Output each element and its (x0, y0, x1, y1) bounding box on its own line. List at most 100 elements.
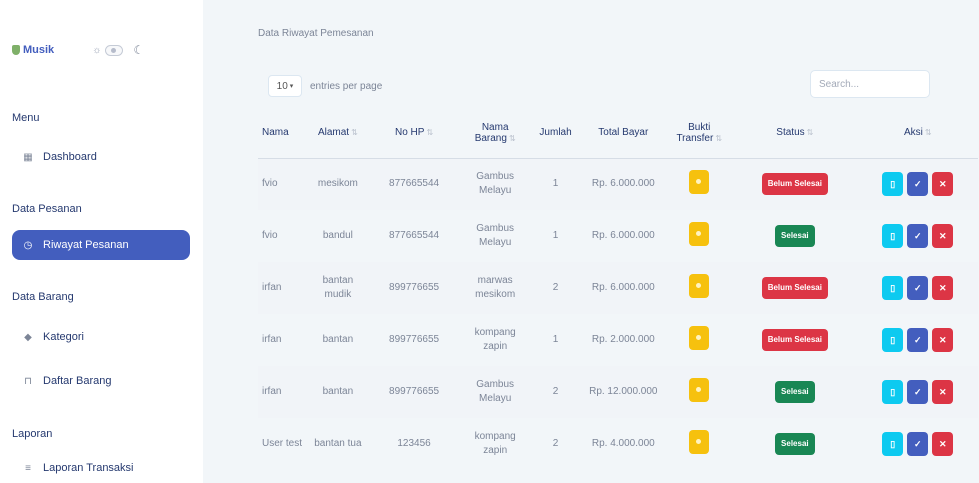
check-icon: ✓ (913, 179, 922, 190)
theme-toggle[interactable]: ☼ (92, 44, 124, 56)
cell-bukti-transfer (666, 314, 732, 366)
header-bukti-transfer[interactable]: Bukti Transfer ⇅ (666, 108, 733, 159)
view-button[interactable]: ▯ (882, 172, 904, 197)
sidebar-item-dashboard[interactable]: ▦ Dashboard (12, 142, 190, 172)
delete-button[interactable]: ✕ (932, 328, 954, 352)
bukti-transfer-image[interactable] (689, 429, 710, 454)
list-icon: ≡ (25, 462, 31, 474)
view-button[interactable]: ▯ (882, 276, 904, 300)
cell-no-hp: 123456 (397, 438, 431, 449)
header-aksi[interactable]: Aksi ⇅ (857, 108, 978, 159)
table-row: irfan bantan 899776655 Gambus Melayu 2 Rp. 12… (258, 366, 978, 418)
delete-button[interactable]: ✕ (932, 224, 954, 248)
cell-nama-barang: kompang zapin (474, 327, 516, 352)
cell-nama-barang: Gambus Melayu (459, 366, 531, 418)
cell-nama: User test (262, 438, 303, 449)
cell-alamat: bantan tua (314, 438, 362, 449)
status-badge: Selesai (775, 381, 815, 403)
per-page-value: 10 (276, 80, 288, 92)
check-icon: ✓ (913, 283, 922, 293)
confirm-button[interactable]: ✓ (907, 380, 929, 404)
header-nama-barang[interactable]: Nama Barang ⇅ (459, 108, 531, 159)
sidebar-item-laporan-transaksi[interactable]: ≡ Laporan Transaksi (12, 453, 190, 483)
bukti-transfer-image[interactable] (689, 169, 710, 194)
main-content: Data Riwayat Pemesanan 10 ▾ entries per … (240, 0, 979, 483)
cell-nama: irfan (262, 334, 282, 345)
cell-aksi: ▯ ✓ ✕ (857, 366, 978, 418)
header-nama[interactable]: Nama (258, 108, 308, 159)
cell-aksi: ▯ ✓ ✕ (858, 314, 979, 366)
cell-bukti-transfer (666, 262, 733, 314)
close-icon: ✕ (938, 283, 947, 293)
delete-button[interactable]: ✕ (932, 172, 954, 197)
view-button[interactable]: ▯ (882, 380, 904, 404)
header-alamat[interactable]: Alamat ⇅ (307, 108, 369, 159)
header-total-bayar[interactable]: Total Bayar (580, 108, 667, 159)
table-row: fvio mesikom 877665544 Gambus Melayu 1 Rp. 6.… (258, 158, 978, 210)
cell-aksi: ▯ ✓ ✕ (857, 262, 978, 314)
per-page-select[interactable]: 10 ▾ (268, 75, 302, 97)
entries-per-page: 10 ▾ entries per page (268, 75, 382, 97)
status-badge: Belum Selesai (761, 277, 828, 299)
delete-button[interactable]: ✕ (932, 276, 954, 300)
delete-button[interactable]: ✕ (932, 432, 954, 456)
action-buttons: ▯ ✓ ✕ (862, 224, 975, 248)
sidebar-item-riwayat-pesanan[interactable]: ◷ Riwayat Pesanan (12, 230, 190, 260)
cell-nama: fvio (258, 158, 308, 210)
header-no-hp[interactable]: No HP ⇅ (368, 108, 460, 159)
file-icon: ▯ (890, 283, 896, 293)
bukti-transfer-image[interactable] (689, 325, 710, 350)
view-button[interactable]: ▯ (882, 432, 904, 456)
status-badge: Belum Selesai (761, 173, 828, 196)
cell-nama: fvio (262, 230, 278, 241)
cell-total-bayar: Rp. 4.000.000 (591, 438, 655, 449)
cell-status: Selesai (732, 366, 858, 418)
table-row: User test bantan tua 123456 kompang zapin 2 R… (258, 418, 978, 470)
cell-jumlah: 2 (530, 366, 581, 418)
cell-status: Belum Selesai (732, 314, 857, 366)
page-title: Data Riwayat Pemesanan (258, 28, 374, 39)
sidebar-section-menu: Menu (12, 112, 40, 124)
moon-icon: ☾ (133, 43, 145, 57)
check-icon: ✓ (913, 231, 922, 241)
cell-no-hp: 899776655 (368, 262, 460, 314)
bukti-transfer-image[interactable] (689, 273, 710, 298)
logo-text: Musik (23, 44, 55, 56)
cell-status: Selesai (732, 418, 857, 470)
sidebar-item-label: Kategori (43, 331, 84, 343)
bukti-transfer-image[interactable] (689, 377, 710, 402)
cell-alamat: bantan mudik (307, 262, 369, 314)
sidebar-item-daftar-barang[interactable]: ⊓ Daftar Barang (12, 366, 190, 396)
cell-no-hp: 877665544 (389, 230, 440, 241)
cell-alamat: bantan (307, 366, 369, 418)
confirm-button[interactable]: ✓ (907, 224, 929, 248)
cell-aksi: ▯ ✓ ✕ (857, 158, 978, 210)
confirm-button[interactable]: ✓ (907, 276, 929, 300)
delete-button[interactable]: ✕ (932, 380, 954, 404)
sidebar-item-kategori[interactable]: ◆ Kategori (12, 322, 190, 352)
confirm-button[interactable]: ✓ (907, 432, 929, 456)
cell-jumlah: 1 (552, 334, 559, 345)
action-buttons: ▯ ✓ ✕ (862, 380, 975, 404)
grid-icon: ▦ (23, 151, 33, 163)
orders-table: Nama Alamat ⇅ No HP ⇅ Nama Barang ⇅ Jumlah … (258, 108, 978, 470)
cell-status: Selesai (732, 210, 857, 262)
theme-switch[interactable] (105, 44, 124, 56)
cell-no-hp: 899776655 (368, 366, 460, 418)
header-status[interactable]: Status ⇅ (732, 108, 858, 159)
header-jumlah[interactable]: Jumlah (530, 108, 581, 159)
check-icon: ✓ (913, 387, 922, 397)
view-button[interactable]: ▯ (882, 328, 904, 352)
cell-jumlah: 1 (530, 158, 581, 210)
confirm-button[interactable]: ✓ (907, 328, 929, 352)
cell-aksi: ▯ ✓ ✕ (858, 418, 979, 470)
view-button[interactable]: ▯ (882, 224, 904, 248)
app-logo[interactable]: Musik (12, 44, 54, 56)
bukti-transfer-image[interactable] (689, 221, 710, 246)
sidebar-item-label: Daftar Barang (43, 375, 112, 387)
cell-jumlah: 2 (552, 438, 559, 449)
search-input[interactable] (810, 70, 930, 98)
cell-jumlah: 1 (552, 230, 559, 241)
cell-total-bayar: Rp. 2.000.000 (591, 334, 655, 345)
confirm-button[interactable]: ✓ (907, 172, 929, 197)
